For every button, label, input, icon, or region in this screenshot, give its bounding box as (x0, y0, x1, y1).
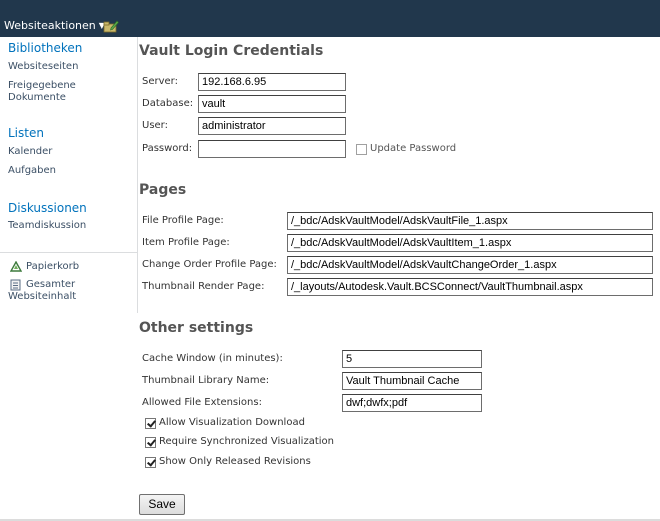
save-button[interactable]: Save (139, 494, 185, 515)
server-label: Server: (142, 76, 178, 87)
nav-heading-libraries[interactable]: Bibliotheken (8, 41, 82, 55)
nav-item-tasks[interactable]: Aufgaben (8, 165, 56, 177)
all-content-icon (10, 279, 21, 291)
quick-launch-nav: Bibliotheken Websiteseiten Freigegebene … (0, 37, 138, 313)
user-input[interactable]: administrator (198, 117, 346, 135)
update-password-checkbox[interactable] (356, 144, 367, 155)
password-label: Password: (142, 143, 193, 154)
section-title-login: Vault Login Credentials (139, 43, 324, 59)
file-profile-page-label: File Profile Page: (142, 215, 224, 226)
user-label: User: (142, 120, 168, 131)
top-ribbon-bar: Websiteaktionen ▼ (0, 0, 660, 37)
item-profile-page-label: Item Profile Page: (142, 237, 230, 248)
allowed-file-extensions-input[interactable]: dwf;dwfx;pdf (342, 394, 482, 412)
all-content-label-line2: Websiteinhalt (8, 291, 77, 302)
nav-item-all-site-content[interactable]: Gesamter Websiteinhalt (8, 279, 76, 303)
cache-window-input[interactable]: 5 (342, 350, 482, 368)
nav-item-shared-documents-line1: Freigegebene (8, 80, 76, 91)
server-input[interactable]: 192.168.6.95 (198, 73, 346, 91)
database-input[interactable]: vault (198, 95, 346, 113)
require-synchronized-visualization-label: Require Synchronized Visualization (159, 436, 334, 447)
thumbnail-render-page-label: Thumbnail Render Page: (142, 281, 265, 292)
nav-item-site-pages[interactable]: Websiteseiten (8, 61, 78, 73)
show-only-released-revisions-checkbox[interactable] (145, 457, 156, 468)
nav-divider (0, 252, 138, 253)
thumbnail-library-name-input[interactable]: Vault Thumbnail Cache (342, 372, 482, 390)
nav-item-team-discussion[interactable]: Teamdiskussion (8, 220, 86, 232)
require-synchronized-visualization-checkbox[interactable] (145, 437, 156, 448)
site-actions-label: Websiteaktionen (4, 19, 96, 32)
cache-window-label: Cache Window (in minutes): (142, 353, 283, 364)
allow-visualization-download-checkbox[interactable] (145, 418, 156, 429)
site-actions-menu[interactable]: Websiteaktionen ▼ (4, 18, 105, 34)
thumbnail-library-name-label: Thumbnail Library Name: (142, 375, 270, 386)
section-title-pages: Pages (139, 182, 187, 198)
file-profile-page-input[interactable]: /_bdc/AdskVaultModel/AdskVaultFile_1.asp… (287, 212, 653, 230)
database-label: Database: (142, 98, 194, 109)
show-only-released-revisions-label: Show Only Released Revisions (159, 456, 311, 467)
nav-item-shared-documents-line2: Dokumente (8, 92, 66, 103)
nav-heading-discussions[interactable]: Diskussionen (8, 201, 87, 215)
allowed-file-extensions-label: Allowed File Extensions: (142, 397, 262, 408)
update-password-label: Update Password (370, 143, 457, 154)
edit-page-icon[interactable] (103, 19, 119, 33)
item-profile-page-input[interactable]: /_bdc/AdskVaultModel/AdskVaultItem_1.asp… (287, 234, 653, 252)
nav-item-recycle-bin[interactable]: Papierkorb (8, 261, 79, 273)
section-title-other-settings: Other settings (139, 320, 254, 336)
recycle-bin-icon (10, 261, 22, 272)
change-order-profile-page-input[interactable]: /_bdc/AdskVaultModel/AdskVaultChangeOrde… (287, 256, 653, 274)
nav-item-shared-documents[interactable]: Freigegebene Dokumente (8, 80, 76, 104)
password-input[interactable] (198, 140, 346, 158)
allow-visualization-download-label: Allow Visualization Download (159, 417, 305, 428)
thumbnail-render-page-input[interactable]: /_layouts/Autodesk.Vault.BCSConnect/Vaul… (287, 278, 653, 296)
change-order-profile-page-label: Change Order Profile Page: (142, 259, 277, 270)
nav-heading-lists[interactable]: Listen (8, 126, 44, 140)
nav-item-calendar[interactable]: Kalender (8, 146, 52, 158)
